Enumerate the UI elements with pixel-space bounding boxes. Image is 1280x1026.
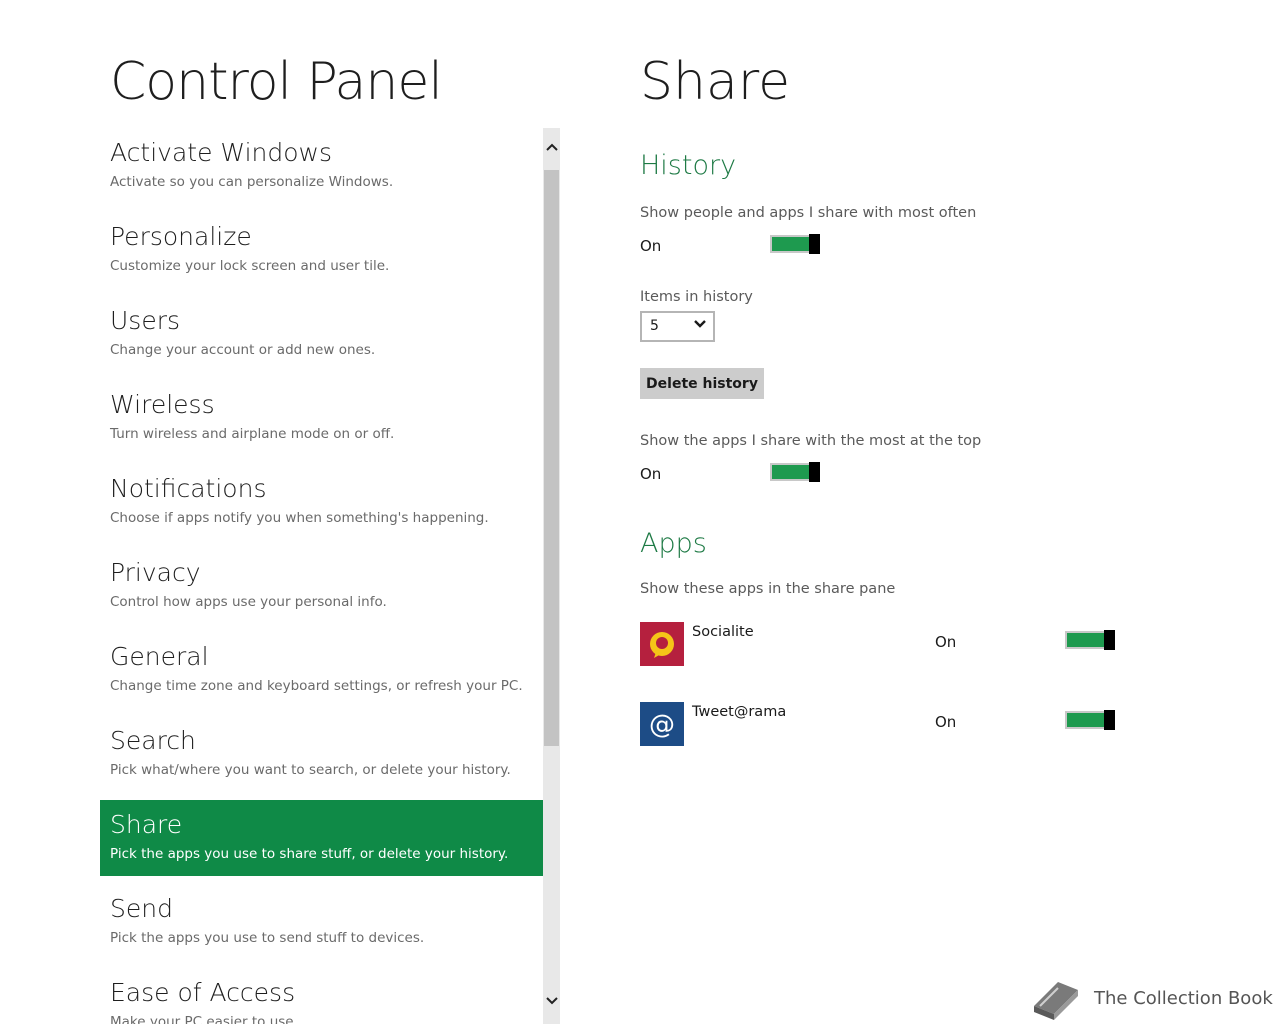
nav-item-search[interactable]: Search Pick what/where you want to searc…	[100, 716, 543, 792]
watermark: The Collection Book	[1028, 974, 1273, 1026]
nav-item-title: Wireless	[110, 390, 215, 419]
socialite-toggle[interactable]	[1065, 630, 1115, 650]
nav-item-subtitle: Pick the apps you use to send stuff to d…	[110, 930, 425, 946]
nav-item-wireless[interactable]: Wireless Turn wireless and airplane mode…	[100, 380, 543, 456]
tweetarama-toggle[interactable]	[1065, 710, 1115, 730]
nav-item-title: Share	[110, 810, 183, 839]
top-apps-state: On	[640, 465, 662, 483]
nav-item-title: Activate Windows	[110, 138, 332, 167]
page-title: Control Panel	[110, 52, 443, 112]
apps-label: Show these apps in the share pane	[640, 581, 896, 597]
nav-item-subtitle: Pick what/where you want to search, or d…	[110, 762, 511, 778]
nav-item-title: Send	[110, 894, 173, 923]
nav-item-subtitle: Change your account or add new ones.	[110, 342, 376, 358]
nav-item-send[interactable]: Send Pick the apps you use to send stuff…	[100, 884, 543, 960]
nav-item-subtitle: Customize your lock screen and user tile…	[110, 258, 390, 274]
nav-item-subtitle: Change time zone and keyboard settings, …	[110, 678, 523, 694]
nav-item-personalize[interactable]: Personalize Customize your lock screen a…	[100, 212, 543, 288]
items-in-history-value: 5	[650, 318, 659, 334]
top-apps-toggle[interactable]	[770, 462, 820, 482]
nav-item-title: General	[110, 642, 209, 671]
nav-item-subtitle: Pick the apps you use to share stuff, or…	[110, 846, 509, 862]
socialite-icon	[640, 622, 684, 666]
show-people-label: Show people and apps I share with most o…	[640, 205, 977, 221]
app-state: On	[935, 633, 957, 651]
items-in-history-select[interactable]: 5	[640, 311, 715, 342]
top-apps-label: Show the apps I share with the most at t…	[640, 433, 982, 449]
nav-item-subtitle: Turn wireless and airplane mode on or of…	[110, 426, 395, 442]
nav-item-title: Users	[110, 306, 181, 335]
nav-item-activate-windows[interactable]: Activate Windows Activate so you can per…	[100, 128, 543, 204]
scrollbar-thumb[interactable]	[544, 170, 559, 746]
nav-item-privacy[interactable]: Privacy Control how apps use your person…	[100, 548, 543, 624]
section-title: Share	[640, 52, 791, 112]
app-name: Tweet@rama	[692, 704, 787, 720]
nav-item-users[interactable]: Users Change your account or add new one…	[100, 296, 543, 372]
nav-item-subtitle: Control how apps use your personal info.	[110, 594, 387, 610]
nav-item-notifications[interactable]: Notifications Choose if apps notify you …	[100, 464, 543, 540]
watermark-text: The Collection Book	[1094, 988, 1273, 1009]
history-heading: History	[640, 150, 737, 181]
nav-item-subtitle: Choose if apps notify you when something…	[110, 510, 489, 526]
scroll-down-icon[interactable]	[543, 992, 560, 1012]
items-in-history-label: Items in history	[640, 289, 753, 305]
tweetarama-icon: @	[640, 702, 684, 746]
nav-scrollbar[interactable]	[543, 128, 560, 1024]
chevron-down-icon	[693, 316, 707, 334]
nav-item-ease-of-access[interactable]: Ease of Access Make your PC easier to us…	[100, 968, 543, 1024]
nav-item-title: Notifications	[110, 474, 267, 503]
nav-item-title: Ease of Access	[110, 978, 296, 1007]
nav-item-title: Search	[110, 726, 196, 755]
delete-history-button[interactable]: Delete history	[640, 368, 764, 399]
app-state: On	[935, 713, 957, 731]
apps-heading: Apps	[640, 528, 707, 559]
show-people-state: On	[640, 237, 662, 255]
nav-item-title: Personalize	[110, 222, 252, 251]
svg-text:@: @	[649, 710, 675, 740]
book-icon	[1028, 976, 1084, 1026]
nav-item-subtitle: Activate so you can personalize Windows.	[110, 174, 394, 190]
nav-item-title: Privacy	[110, 558, 201, 587]
scroll-up-icon[interactable]	[543, 138, 560, 158]
show-people-toggle[interactable]	[770, 234, 820, 254]
nav-item-share[interactable]: Share Pick the apps you use to share stu…	[100, 800, 543, 876]
nav-item-general[interactable]: General Change time zone and keyboard se…	[100, 632, 543, 708]
nav-item-subtitle: Make your PC easier to use.	[110, 1014, 298, 1024]
settings-nav-list: Activate Windows Activate so you can per…	[100, 128, 543, 1024]
app-name: Socialite	[692, 624, 754, 640]
